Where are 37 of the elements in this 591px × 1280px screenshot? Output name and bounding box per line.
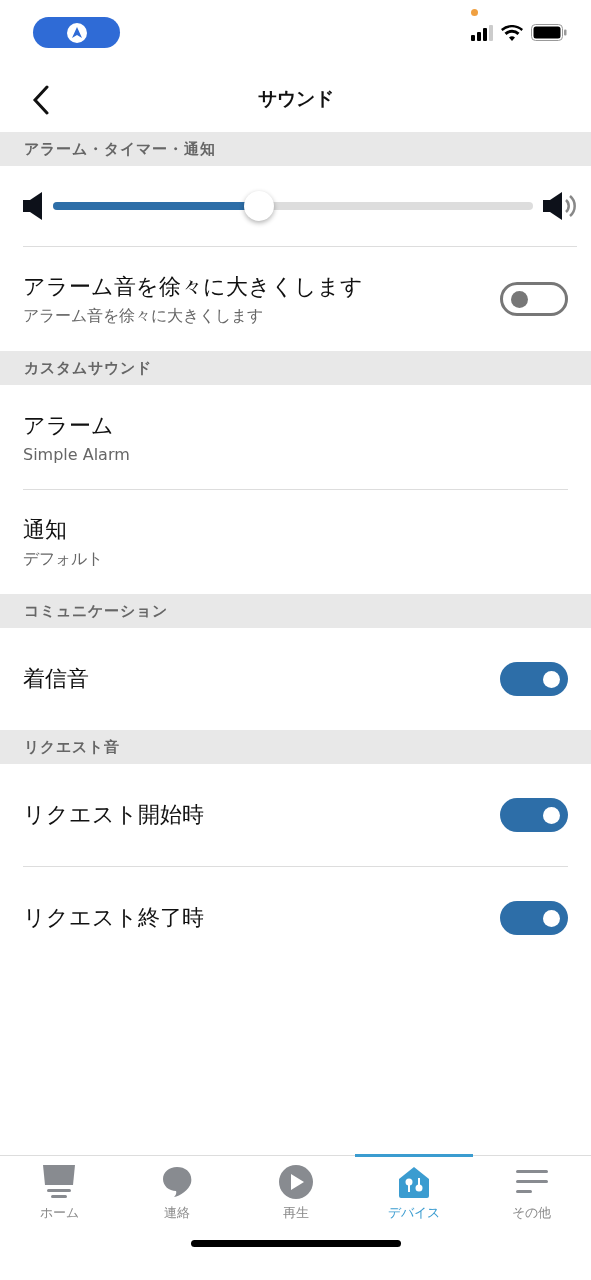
battery-icon (531, 24, 567, 41)
menu-icon (515, 1170, 548, 1194)
setting-label: リクエスト終了時 (23, 904, 205, 932)
wifi-icon (501, 24, 523, 41)
section-header: カスタムサウンド (0, 351, 591, 385)
navigation-icon (66, 22, 87, 43)
toggle-switch[interactable] (500, 662, 568, 696)
tab-bar-item[interactable]: デバイス (354, 1154, 473, 1238)
setting-label: アラーム (23, 411, 115, 440)
tab-bar-item[interactable]: 再生 (236, 1154, 355, 1238)
toggle-switch[interactable] (500, 282, 568, 316)
tab-bar-item[interactable]: 連絡 (118, 1154, 237, 1238)
section-header: コミュニケーション (0, 594, 591, 628)
play-icon (278, 1165, 313, 1199)
setting-label: リクエスト開始時 (23, 801, 205, 829)
setting-value: アラーム音を徐々に大きくします (23, 305, 264, 327)
page-title: サウンド (257, 85, 334, 111)
speech-bubble-icon (162, 1166, 193, 1198)
section-header: アラーム・タイマー・通知 (0, 132, 591, 166)
setting-label: 着信音 (23, 665, 90, 693)
house-icon (398, 1166, 429, 1198)
toggle-switch[interactable] (500, 901, 568, 935)
privacy-dot-icon (471, 9, 478, 16)
tab-bar-item[interactable]: ホーム (0, 1154, 119, 1238)
setting-value: デフォルト (23, 548, 104, 570)
lamp-icon (43, 1165, 76, 1199)
speaker-loud-icon (543, 192, 577, 220)
signal-icon (471, 24, 493, 41)
tab-bar-item[interactable]: その他 (472, 1154, 591, 1238)
slider-thumb[interactable] (244, 191, 275, 221)
setting-label: アラーム音を徐々に大きくします (23, 272, 364, 301)
volume-slider[interactable] (53, 191, 533, 221)
speaker-icon (23, 192, 43, 220)
toggle-switch[interactable] (500, 798, 568, 832)
setting-value: Simple Alarm (23, 444, 131, 464)
setting-label: 通知 (23, 515, 68, 544)
section-header: リクエスト音 (0, 730, 591, 764)
